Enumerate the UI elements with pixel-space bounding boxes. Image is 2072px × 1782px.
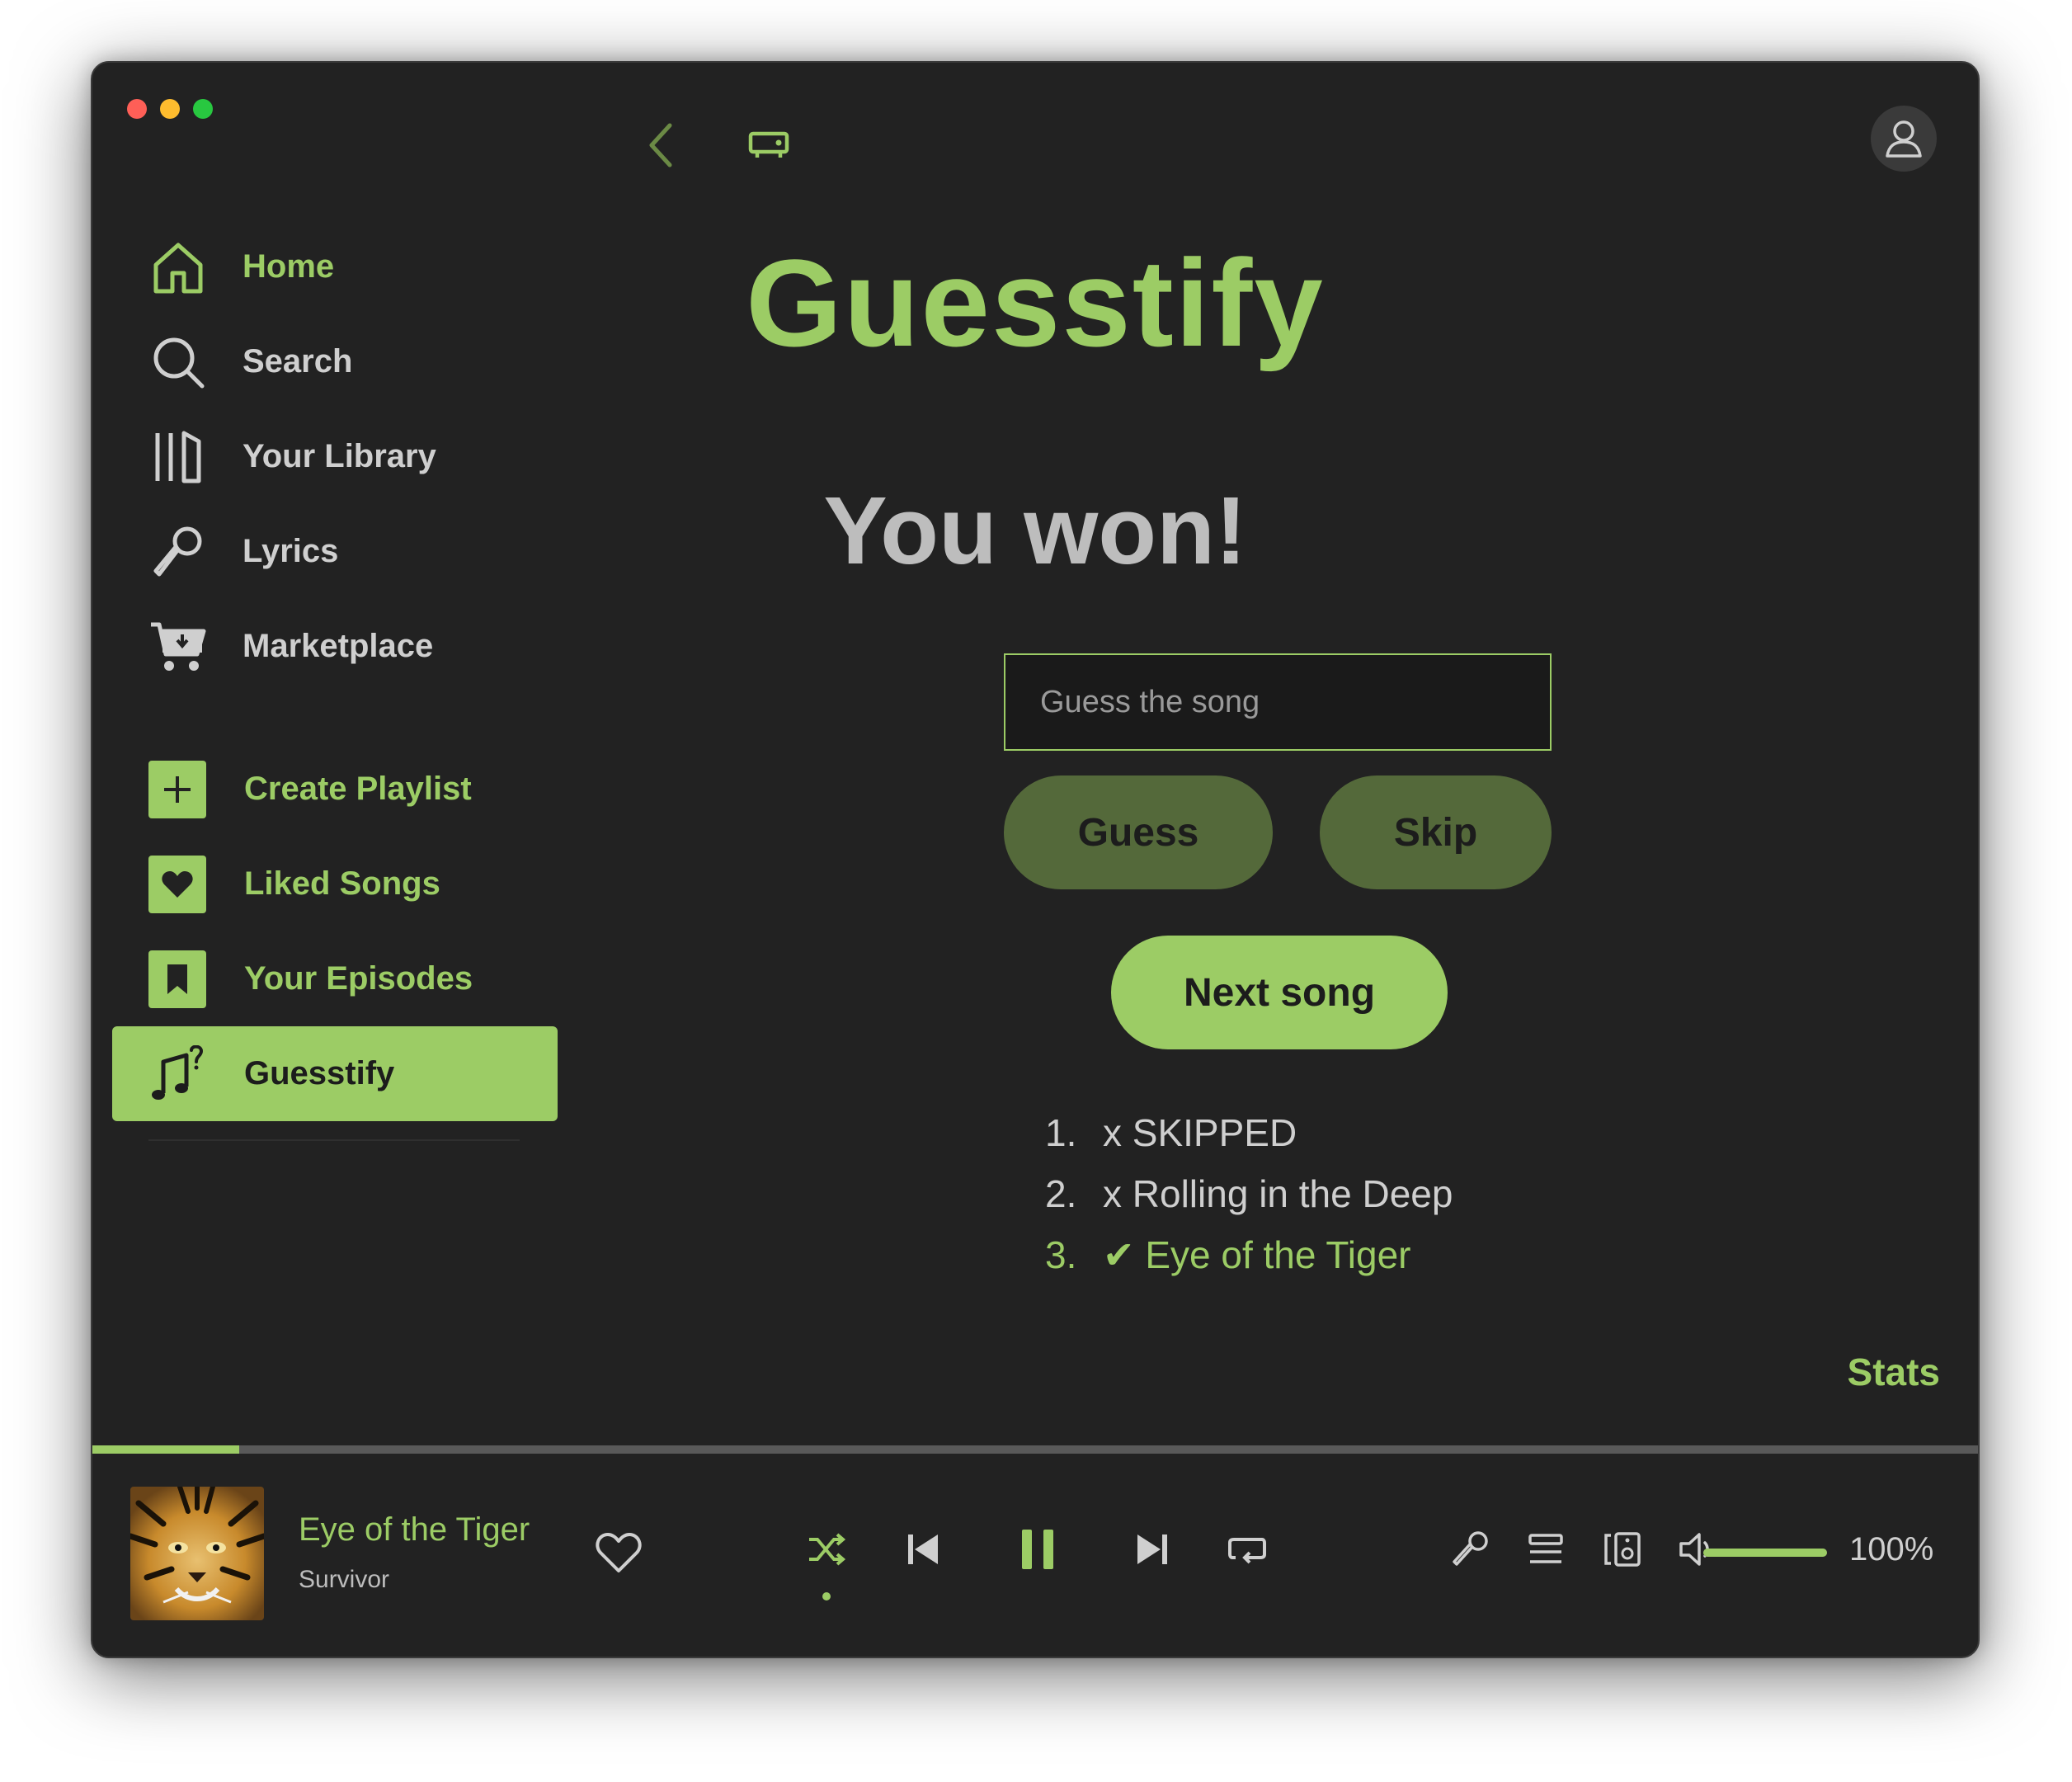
shuffle-icon bbox=[809, 1533, 846, 1566]
playback-progress-bar[interactable] bbox=[92, 1445, 1978, 1454]
cart-icon bbox=[148, 617, 208, 676]
track-title[interactable]: Eye of the Tiger bbox=[299, 1511, 530, 1549]
app-window: Home Search Your Library Lyrics Marketpl… bbox=[91, 61, 1980, 1658]
next-button[interactable] bbox=[1119, 1516, 1185, 1582]
player-bar: Eye of the Tiger Survivor 100% bbox=[92, 1454, 1978, 1657]
album-cover-image bbox=[130, 1487, 264, 1620]
sidebar-item-guesstify[interactable]: Guesstify bbox=[112, 1026, 558, 1121]
sidebar-item-marketplace[interactable]: Marketplace bbox=[92, 599, 563, 694]
page-title: Guesstify bbox=[746, 233, 1325, 372]
sidebar-item-label: Guesstify bbox=[244, 1055, 395, 1091]
guess-button[interactable]: Guess bbox=[1004, 776, 1273, 889]
sidebar-item-label: Liked Songs bbox=[244, 865, 440, 902]
track-artist[interactable]: Survivor bbox=[299, 1566, 389, 1594]
list-item: 1. x SKIPPED bbox=[1045, 1102, 1453, 1163]
sidebar-divider bbox=[148, 1139, 520, 1141]
minimize-window-button[interactable] bbox=[160, 99, 180, 119]
next-song-button[interactable]: Next song bbox=[1111, 936, 1448, 1049]
sidebar-item-liked-songs[interactable]: Liked Songs bbox=[92, 837, 563, 931]
bookmark-icon bbox=[148, 950, 206, 1008]
skip-back-icon bbox=[908, 1534, 938, 1564]
volume-slider-fill bbox=[1703, 1549, 1827, 1557]
list-item-text: x SKIPPED bbox=[1103, 1111, 1297, 1154]
pause-button[interactable] bbox=[1005, 1516, 1071, 1582]
plus-icon bbox=[148, 760, 206, 818]
pause-icon bbox=[1022, 1530, 1053, 1569]
maximize-window-button[interactable] bbox=[193, 99, 213, 119]
game-status: You won! bbox=[823, 477, 1247, 584]
sidebar-item-your-episodes[interactable]: Your Episodes bbox=[92, 931, 563, 1026]
sidebar-item-create-playlist[interactable]: Create Playlist bbox=[92, 742, 563, 837]
volume-slider[interactable] bbox=[1703, 1549, 1827, 1557]
speaker-device-icon bbox=[1604, 1532, 1641, 1567]
playback-progress-fill bbox=[92, 1445, 240, 1454]
sidebar-item-label: Create Playlist bbox=[244, 771, 472, 807]
window-controls bbox=[127, 99, 213, 119]
previous-button[interactable] bbox=[890, 1516, 956, 1582]
repeat-icon bbox=[1228, 1538, 1266, 1564]
guess-history-list: 1. x SKIPPED 2. x Rolling in the Deep 3.… bbox=[1045, 1102, 1453, 1285]
guess-input[interactable] bbox=[1004, 653, 1552, 751]
skip-forward-icon bbox=[1137, 1534, 1167, 1564]
list-item: 2. x Rolling in the Deep bbox=[1045, 1163, 1453, 1224]
list-item-text: x Rolling in the Deep bbox=[1103, 1172, 1453, 1215]
list-item: 3. ✔ Eye of the Tiger bbox=[1045, 1224, 1453, 1285]
volume-percentage: 100% bbox=[1849, 1531, 1934, 1568]
stats-link[interactable]: Stats bbox=[1848, 1350, 1940, 1394]
close-window-button[interactable] bbox=[127, 99, 147, 119]
queue-button[interactable] bbox=[1513, 1516, 1579, 1582]
lyrics-button[interactable] bbox=[1437, 1516, 1503, 1582]
album-cover[interactable] bbox=[130, 1487, 264, 1620]
shuffle-button[interactable] bbox=[793, 1516, 859, 1582]
connect-device-button[interactable] bbox=[1589, 1516, 1655, 1582]
sidebar-item-label: Your Library bbox=[243, 438, 436, 474]
music-note-question-icon bbox=[148, 1044, 206, 1103]
list-item-number: 3. bbox=[1045, 1233, 1077, 1276]
list-item-number: 1. bbox=[1045, 1111, 1077, 1154]
microphone-icon bbox=[1453, 1531, 1488, 1566]
shuffle-active-indicator bbox=[822, 1592, 831, 1600]
repeat-button[interactable] bbox=[1214, 1516, 1280, 1582]
skip-button[interactable]: Skip bbox=[1320, 776, 1552, 889]
heart-icon bbox=[596, 1533, 642, 1572]
queue-icon bbox=[1528, 1534, 1563, 1563]
list-item-number: 2. bbox=[1045, 1172, 1077, 1215]
list-item-text: ✔ Eye of the Tiger bbox=[1103, 1233, 1411, 1276]
like-button[interactable] bbox=[594, 1528, 643, 1577]
sidebar-item-label: Marketplace bbox=[243, 628, 434, 664]
heart-icon bbox=[148, 855, 206, 913]
sidebar-item-label: Your Episodes bbox=[244, 960, 473, 997]
